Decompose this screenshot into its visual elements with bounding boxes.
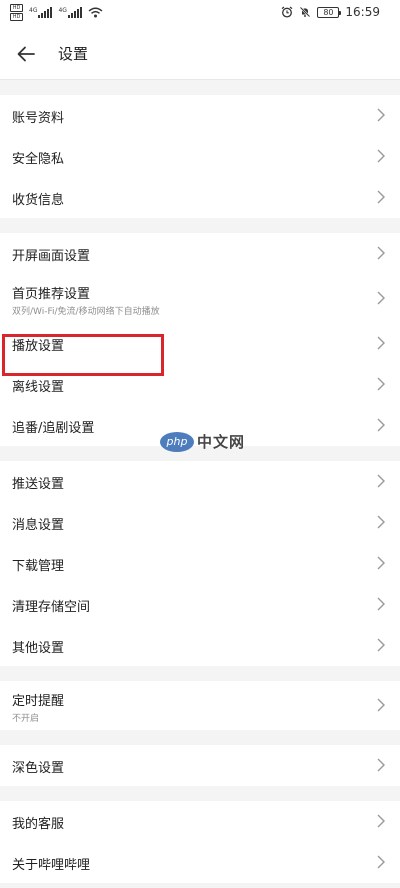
chevron-right-icon [377, 758, 385, 772]
settings-item-playback[interactable]: 播放设置 [0, 323, 400, 364]
settings-item-label: 收货信息 [12, 193, 65, 208]
clock-time: 16:59 [345, 5, 380, 19]
settings-group-theme: 深色设置 [0, 745, 400, 786]
group-separator [0, 666, 400, 681]
sim1-hd-icon: HD [10, 4, 23, 12]
signal-2: 4G [58, 7, 82, 18]
settings-item-subtitle: 不开启 [12, 714, 40, 724]
top-nav-bar: 设置 [0, 28, 400, 80]
mute-bell-icon [300, 6, 311, 18]
settings-item-label: 定时提醒 [12, 694, 65, 709]
watermark-text: 中文网 [197, 433, 246, 451]
battery-icon: 80 [317, 6, 342, 18]
settings-item-label: 消息设置 [12, 518, 65, 533]
settings-item-label: 我的客服 [12, 817, 65, 832]
status-left: HD HD 4G 4G [10, 4, 103, 21]
settings-item-downloads[interactable]: 下载管理 [0, 543, 400, 584]
settings-item-label: 首页推荐设置 [12, 287, 91, 302]
chevron-right-icon [377, 855, 385, 869]
group-separator [0, 730, 400, 745]
settings-item-label: 安全隐私 [12, 152, 65, 167]
settings-item-label: 深色设置 [12, 761, 65, 776]
sim-indicators: HD HD [10, 4, 23, 21]
signal-bars-1-icon [38, 7, 53, 18]
settings-item-label: 播放设置 [12, 339, 65, 354]
settings-group-about: 我的客服 关于哔哩哔哩 [0, 801, 400, 883]
settings-item-label: 离线设置 [12, 380, 65, 395]
chevron-right-icon [377, 108, 385, 122]
chevron-right-icon [377, 377, 385, 391]
network-type-2: 4G [58, 7, 67, 14]
chevron-right-icon [377, 291, 385, 305]
chevron-right-icon [377, 418, 385, 432]
settings-item-clear-storage[interactable]: 清理存储空间 [0, 584, 400, 625]
network-type-1: 4G [29, 7, 38, 14]
settings-item-security-privacy[interactable]: 安全隐私 [0, 136, 400, 177]
chevron-right-icon [377, 597, 385, 611]
chevron-right-icon [377, 149, 385, 163]
sim2-hd-icon: HD [10, 13, 23, 21]
back-button[interactable] [12, 40, 40, 68]
settings-item-customer-service[interactable]: 我的客服 [0, 801, 400, 842]
settings-group-playback: 开屏画面设置 首页推荐设置 双列/Wi-Fi/免流/移动网络下自动播放 播放设置… [0, 233, 400, 446]
settings-group-account: 账号资料 安全隐私 收货信息 [0, 95, 400, 218]
settings-item-label: 开屏画面设置 [12, 249, 91, 264]
settings-item-home-recommend[interactable]: 首页推荐设置 双列/Wi-Fi/免流/移动网络下自动播放 [0, 274, 400, 323]
settings-item-shipping-info[interactable]: 收货信息 [0, 177, 400, 218]
settings-item-subtitle: 双列/Wi-Fi/免流/移动网络下自动播放 [12, 307, 160, 317]
chevron-right-icon [377, 814, 385, 828]
settings-item-about-bilibili[interactable]: 关于哔哩哔哩 [0, 842, 400, 883]
alarm-clock-icon [282, 6, 293, 18]
settings-item-label: 其他设置 [12, 641, 65, 656]
settings-item-offline[interactable]: 离线设置 [0, 364, 400, 405]
settings-item-label: 清理存储空间 [12, 600, 91, 615]
chevron-right-icon [377, 698, 385, 712]
chevron-right-icon [377, 474, 385, 488]
settings-group-reminder: 定时提醒 不开启 [0, 681, 400, 730]
watermark-logo: php [160, 431, 194, 452]
group-separator [0, 218, 400, 233]
chevron-right-icon [377, 336, 385, 350]
settings-item-timer-reminder[interactable]: 定时提醒 不开启 [0, 681, 400, 730]
settings-group-system: 推送设置 消息设置 下载管理 清理存储空间 其他设置 [0, 461, 400, 666]
chevron-right-icon [377, 638, 385, 652]
wifi-icon [88, 7, 103, 18]
settings-item-label: 关于哔哩哔哩 [12, 858, 91, 873]
chevron-right-icon [377, 515, 385, 529]
signal-1: 4G [29, 7, 53, 18]
chevron-right-icon [377, 246, 385, 260]
settings-item-splash-screen[interactable]: 开屏画面设置 [0, 233, 400, 274]
page-title: 设置 [58, 45, 89, 63]
settings-list: 账号资料 安全隐私 收货信息 开屏画面设置 首页推荐设置 双列/Wi-Fi/免流… [0, 95, 400, 883]
settings-item-messages[interactable]: 消息设置 [0, 502, 400, 543]
settings-item-other[interactable]: 其他设置 [0, 625, 400, 666]
status-bar: HD HD 4G 4G 80 16:59 [0, 0, 400, 28]
settings-item-label: 追番/追剧设置 [12, 421, 95, 436]
back-arrow-icon [17, 46, 35, 62]
chevron-right-icon [377, 556, 385, 570]
status-right: 80 16:59 [281, 5, 380, 19]
settings-item-account-profile[interactable]: 账号资料 [0, 95, 400, 136]
watermark: php 中文网 [160, 431, 245, 452]
signal-bars-2-icon [67, 7, 82, 18]
settings-item-label: 账号资料 [12, 111, 65, 126]
settings-item-dark-mode[interactable]: 深色设置 [0, 745, 400, 786]
group-separator [0, 786, 400, 801]
settings-item-push[interactable]: 推送设置 [0, 461, 400, 502]
settings-item-label: 下载管理 [12, 559, 65, 574]
settings-item-label: 推送设置 [12, 477, 65, 492]
chevron-right-icon [377, 190, 385, 204]
